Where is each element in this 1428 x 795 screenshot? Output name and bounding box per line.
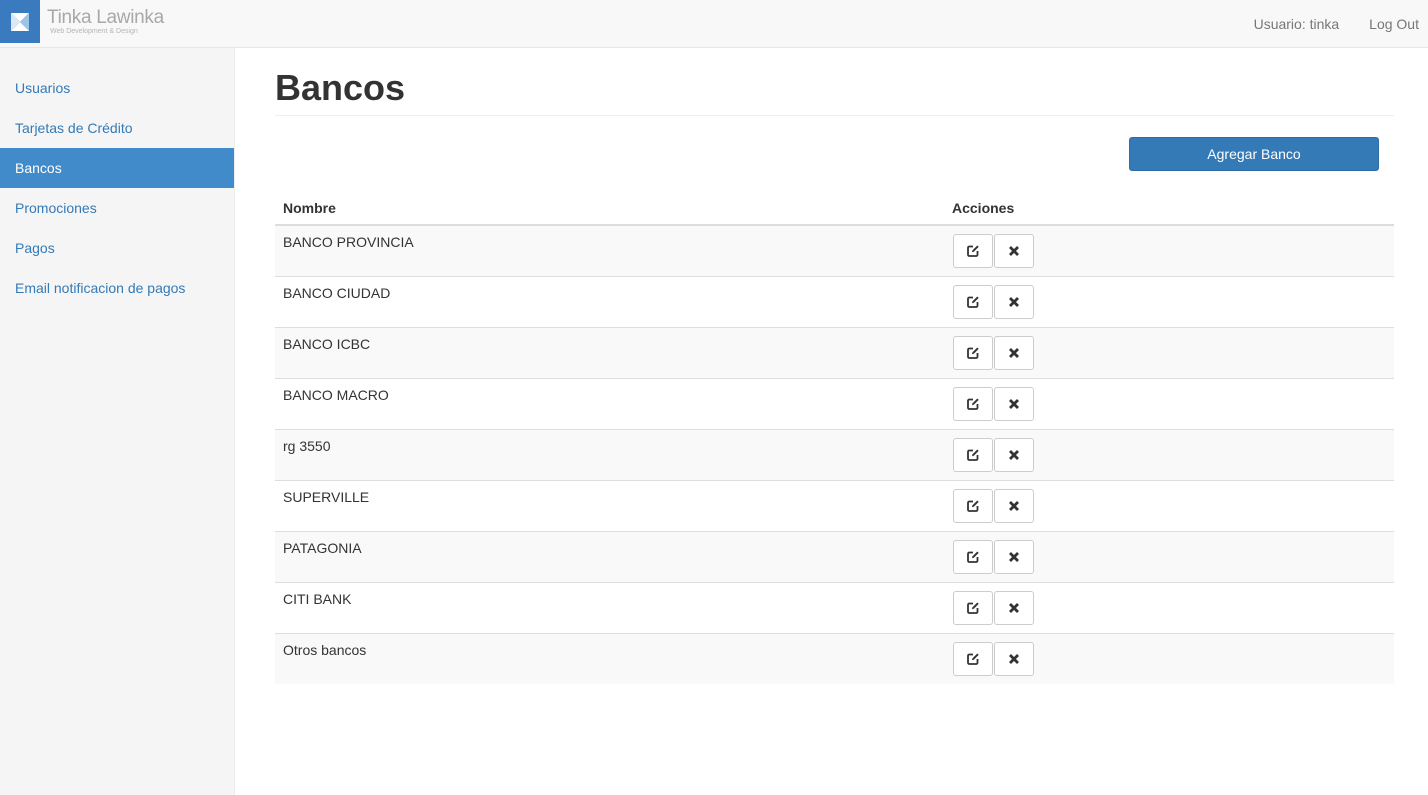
sidebar-item-email-notificacion[interactable]: Email notificacion de pagos [0, 268, 234, 308]
edit-button[interactable] [953, 336, 993, 370]
actions-cell [944, 582, 1394, 634]
column-header-nombre: Nombre [275, 191, 944, 226]
delete-button[interactable] [994, 234, 1034, 268]
brand-tagline: Web Development & Design [50, 28, 138, 35]
brand-logo-icon[interactable] [0, 0, 40, 43]
bank-name-cell: PATAGONIA [275, 531, 944, 583]
bank-name-cell: rg 3550 [275, 429, 944, 481]
delete-button[interactable] [994, 387, 1034, 421]
bank-name-cell: CITI BANK [275, 582, 944, 634]
actions-cell [944, 378, 1394, 430]
table-row: BANCO MACRO [275, 378, 1394, 430]
edit-button[interactable] [953, 438, 993, 472]
edit-button[interactable] [953, 591, 993, 625]
bank-name-cell: BANCO MACRO [275, 378, 944, 430]
delete-button[interactable] [994, 438, 1034, 472]
sidebar-item-tarjetas[interactable]: Tarjetas de Crédito [0, 108, 234, 148]
user-link[interactable]: Usuario: tinka [1254, 16, 1340, 32]
bank-name-cell: BANCO ICBC [275, 327, 944, 379]
table-row: Otros bancos [275, 633, 1394, 684]
sidebar-item-bancos[interactable]: Bancos [0, 148, 234, 188]
actions-cell [944, 276, 1394, 328]
delete-icon [1009, 501, 1019, 511]
delete-button[interactable] [994, 540, 1034, 574]
toolbar: Agregar Banco [275, 116, 1394, 191]
page-title: Bancos [275, 48, 1394, 116]
delete-icon [1009, 603, 1019, 613]
sidebar-item-promociones[interactable]: Promociones [0, 188, 234, 228]
edit-button[interactable] [953, 489, 993, 523]
table-row: SUPERVILLE [275, 480, 1394, 532]
user-nav: Usuario: tinka Log Out [1244, 0, 1428, 47]
table-row: BANCO ICBC [275, 327, 1394, 379]
bank-name-cell: BANCO CIUDAD [275, 276, 944, 328]
actions-cell [944, 225, 1394, 277]
actions-cell [944, 480, 1394, 532]
sidebar: Usuarios Tarjetas de Crédito Bancos Prom… [0, 48, 235, 795]
edit-icon [967, 245, 979, 257]
table-row: BANCO CIUDAD [275, 276, 1394, 328]
bank-name-cell: Otros bancos [275, 633, 944, 684]
column-header-acciones: Acciones [944, 191, 1394, 226]
edit-button[interactable] [953, 642, 993, 676]
edit-icon [967, 296, 979, 308]
delete-icon [1009, 246, 1019, 256]
edit-icon [967, 398, 979, 410]
edit-button[interactable] [953, 285, 993, 319]
delete-icon [1009, 552, 1019, 562]
actions-cell [944, 531, 1394, 583]
table-row: PATAGONIA [275, 531, 1394, 583]
edit-icon [967, 602, 979, 614]
main-content: Bancos Agregar Banco Nombre Acciones BAN… [275, 48, 1394, 684]
actions-cell [944, 633, 1394, 684]
delete-icon [1009, 399, 1019, 409]
edit-icon [967, 500, 979, 512]
sidebar-item-usuarios[interactable]: Usuarios [0, 68, 234, 108]
table-header-row: Nombre Acciones [275, 191, 1394, 226]
delete-icon [1009, 297, 1019, 307]
sidebar-item-pagos[interactable]: Pagos [0, 228, 234, 268]
table-row: CITI BANK [275, 582, 1394, 634]
edit-icon [967, 347, 979, 359]
delete-button[interactable] [994, 642, 1034, 676]
logout-link[interactable]: Log Out [1369, 16, 1419, 32]
table-row: rg 3550 [275, 429, 1394, 481]
edit-button[interactable] [953, 234, 993, 268]
delete-icon [1009, 450, 1019, 460]
edit-button[interactable] [953, 387, 993, 421]
brand-name: Tinka Lawinka [47, 7, 164, 28]
banks-table: Nombre Acciones BANCO PROVINCIA BANCO CI… [275, 191, 1394, 684]
delete-button[interactable] [994, 591, 1034, 625]
table-row: BANCO PROVINCIA [275, 225, 1394, 277]
edit-icon [967, 449, 979, 461]
delete-button[interactable] [994, 285, 1034, 319]
delete-icon [1009, 654, 1019, 664]
delete-icon [1009, 348, 1019, 358]
top-navbar: Tinka Lawinka Web Development & Design U… [0, 0, 1428, 48]
delete-button[interactable] [994, 489, 1034, 523]
bank-name-cell: BANCO PROVINCIA [275, 225, 944, 277]
add-bank-button[interactable]: Agregar Banco [1129, 137, 1379, 171]
brand[interactable]: Tinka Lawinka Web Development & Design [47, 8, 164, 36]
delete-button[interactable] [994, 336, 1034, 370]
actions-cell [944, 327, 1394, 379]
edit-icon [967, 551, 979, 563]
edit-icon [967, 653, 979, 665]
bank-name-cell: SUPERVILLE [275, 480, 944, 532]
edit-button[interactable] [953, 540, 993, 574]
actions-cell [944, 429, 1394, 481]
